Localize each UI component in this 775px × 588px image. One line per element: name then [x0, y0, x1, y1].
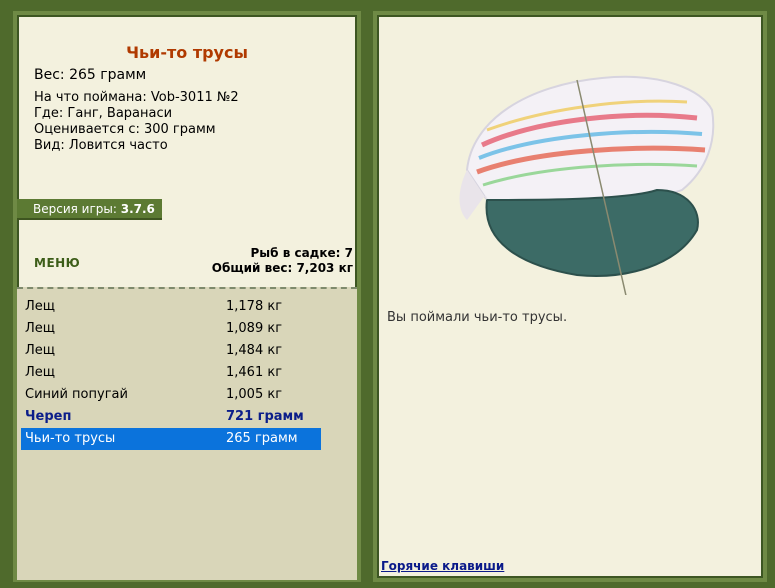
item-title: Чьи-то трусы	[126, 43, 248, 62]
game-version: Версия игры: 3.7.6	[17, 199, 162, 220]
catch-row[interactable]: Синий попугай 1,005 кг	[21, 384, 321, 406]
left-panel: Чьи-то трусы Вес: 265 грамм На что пойма…	[13, 11, 361, 582]
fish-count: Рыб в садке: 7	[250, 246, 354, 260]
catch-row[interactable]: Череп 721 грамм	[21, 406, 321, 428]
catch-stats: Рыб в садке: 7 Общий вес: 7,203 кг	[212, 246, 353, 276]
item-weight: Вес: 265 грамм	[34, 67, 147, 83]
item-value: Оценивается с: 300 грамм	[34, 122, 216, 137]
item-type: Вид: Ловится часто	[34, 138, 168, 153]
catch-row[interactable]: Лещ 1,089 кг	[21, 318, 321, 340]
catch-message: Вы поймали чьи-то трусы.	[387, 310, 568, 325]
hotkeys-link[interactable]: Горячие клавиши	[381, 559, 504, 573]
total-weight: Общий вес: 7,203 кг	[211, 261, 353, 275]
catch-image	[427, 50, 717, 301]
catch-row[interactable]: Лещ 1,178 кг	[21, 296, 321, 318]
version-value: 3.7.6	[120, 202, 155, 216]
version-label: Версия игры:	[33, 202, 117, 216]
item-bait: На что поймана: Vob-3011 №2	[34, 90, 239, 105]
item-location: Где: Ганг, Варанаси	[34, 106, 173, 121]
right-panel: Вы поймали чьи-то трусы. Горячие клавиши	[373, 11, 767, 582]
catch-list: Лещ 1,178 кг Лещ 1,089 кг Лещ 1,484 кг Л…	[17, 287, 357, 580]
menu-button[interactable]: МЕНЮ	[34, 256, 80, 270]
catch-row[interactable]: Лещ 1,484 кг	[21, 340, 321, 362]
catch-row-selected[interactable]: Чьи-то трусы 265 грамм	[21, 428, 321, 450]
catch-row[interactable]: Лещ 1,461 кг	[21, 362, 321, 384]
